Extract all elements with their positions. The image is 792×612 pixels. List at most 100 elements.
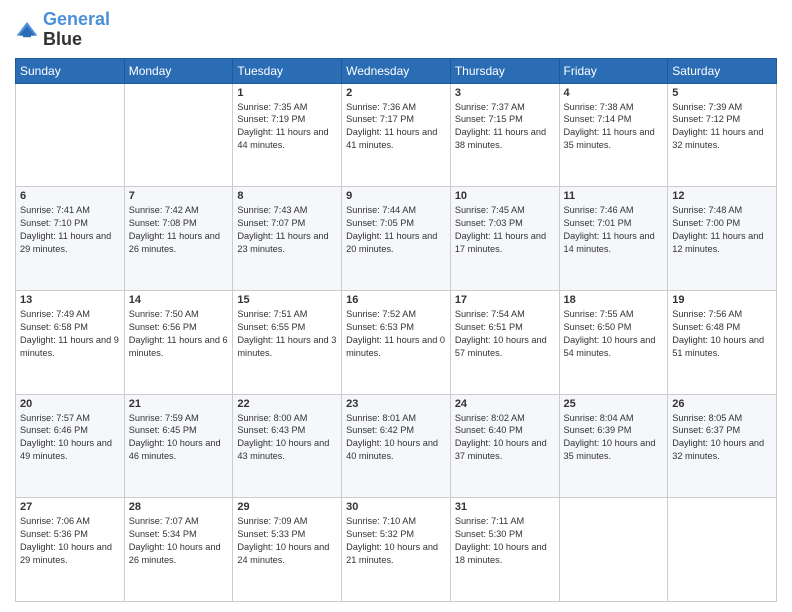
- weekday-header: Wednesday: [342, 58, 451, 83]
- calendar-cell: 21 Sunrise: 7:59 AM Sunset: 6:45 PM Dayli…: [124, 394, 233, 498]
- day-number: 19: [672, 294, 772, 306]
- calendar-cell: 10 Sunrise: 7:45 AM Sunset: 7:03 PM Dayli…: [450, 187, 559, 291]
- calendar-header-row: SundayMondayTuesdayWednesdayThursdayFrid…: [16, 58, 777, 83]
- day-number: 15: [237, 294, 337, 306]
- day-number: 30: [346, 501, 446, 513]
- calendar-cell: 13 Sunrise: 7:49 AM Sunset: 6:58 PM Dayli…: [16, 290, 125, 394]
- day-number: 25: [564, 398, 664, 410]
- calendar-cell: [668, 498, 777, 602]
- day-info: Sunrise: 7:11 AM Sunset: 5:30 PM Dayligh…: [455, 515, 555, 567]
- calendar-cell: 29Sunrise: 7:09 AM Sunset: 5:33 PM Dayli…: [233, 498, 342, 602]
- day-number: 11: [564, 190, 664, 202]
- day-number: 24: [455, 398, 555, 410]
- calendar-cell: 2 Sunrise: 7:36 AM Sunset: 7:17 PM Daylig…: [342, 83, 451, 187]
- day-number: 28: [129, 501, 229, 513]
- day-info: Sunrise: 7:52 AM Sunset: 6:53 PM Dayligh…: [346, 308, 446, 360]
- day-number: 7: [129, 190, 229, 202]
- day-number: 13: [20, 294, 120, 306]
- day-info: Sunrise: 7:46 AM Sunset: 7:01 PM Dayligh…: [564, 204, 664, 256]
- calendar-cell: 28Sunrise: 7:07 AM Sunset: 5:34 PM Dayli…: [124, 498, 233, 602]
- calendar-cell: 22Sunrise: 8:00 AM Sunset: 6:43 PM Dayli…: [233, 394, 342, 498]
- day-info: Sunrise: 7:37 AM Sunset: 7:15 PM Dayligh…: [455, 101, 555, 153]
- calendar-cell: 31 Sunrise: 7:11 AM Sunset: 5:30 PM Dayli…: [450, 498, 559, 602]
- weekday-header: Tuesday: [233, 58, 342, 83]
- day-info: Sunrise: 7:35 AM Sunset: 7:19 PM Dayligh…: [237, 101, 337, 153]
- day-info: Sunrise: 7:55 AM Sunset: 6:50 PM Dayligh…: [564, 308, 664, 360]
- day-info: Sunrise: 8:02 AM Sunset: 6:40 PM Dayligh…: [455, 412, 555, 464]
- day-info: Sunrise: 8:05 AM Sunset: 6:37 PM Dayligh…: [672, 412, 772, 464]
- calendar-cell: 4 Sunrise: 7:38 AM Sunset: 7:14 PM Daylig…: [559, 83, 668, 187]
- day-number: 2: [346, 87, 446, 99]
- weekday-header: Thursday: [450, 58, 559, 83]
- day-info: Sunrise: 7:42 AM Sunset: 7:08 PM Dayligh…: [129, 204, 229, 256]
- calendar-cell: 27 Sunrise: 7:06 AM Sunset: 5:36 PM Dayli…: [16, 498, 125, 602]
- weekday-header: Saturday: [668, 58, 777, 83]
- calendar-week-row: 13 Sunrise: 7:49 AM Sunset: 6:58 PM Dayli…: [16, 290, 777, 394]
- day-number: 16: [346, 294, 446, 306]
- calendar-cell: 9 Sunrise: 7:44 AM Sunset: 7:05 PM Daylig…: [342, 187, 451, 291]
- calendar-cell: 3 Sunrise: 7:37 AM Sunset: 7:15 PM Daylig…: [450, 83, 559, 187]
- day-number: 1: [237, 87, 337, 99]
- calendar-cell: 17Sunrise: 7:54 AM Sunset: 6:51 PM Dayli…: [450, 290, 559, 394]
- day-number: 17: [455, 294, 555, 306]
- calendar-cell: 15Sunrise: 7:51 AM Sunset: 6:55 PM Dayli…: [233, 290, 342, 394]
- day-number: 23: [346, 398, 446, 410]
- calendar-cell: 5 Sunrise: 7:39 AM Sunset: 7:12 PM Daylig…: [668, 83, 777, 187]
- calendar-cell: 12 Sunrise: 7:48 AM Sunset: 7:00 PM Dayli…: [668, 187, 777, 291]
- page: General Blue SundayMondayTuesdayWednesda…: [0, 0, 792, 612]
- calendar-cell: [559, 498, 668, 602]
- day-number: 9: [346, 190, 446, 202]
- day-info: Sunrise: 7:45 AM Sunset: 7:03 PM Dayligh…: [455, 204, 555, 256]
- calendar-cell: 24 Sunrise: 8:02 AM Sunset: 6:40 PM Dayli…: [450, 394, 559, 498]
- day-info: Sunrise: 7:39 AM Sunset: 7:12 PM Dayligh…: [672, 101, 772, 153]
- day-number: 27: [20, 501, 120, 513]
- day-number: 5: [672, 87, 772, 99]
- day-info: Sunrise: 7:44 AM Sunset: 7:05 PM Dayligh…: [346, 204, 446, 256]
- day-info: Sunrise: 7:50 AM Sunset: 6:56 PM Dayligh…: [129, 308, 229, 360]
- day-info: Sunrise: 8:00 AM Sunset: 6:43 PM Dayligh…: [237, 412, 337, 464]
- day-info: Sunrise: 8:04 AM Sunset: 6:39 PM Dayligh…: [564, 412, 664, 464]
- calendar-cell: [16, 83, 125, 187]
- logo-text: General Blue: [43, 10, 110, 50]
- day-info: Sunrise: 7:57 AM Sunset: 6:46 PM Dayligh…: [20, 412, 120, 464]
- logo-icon: [15, 18, 39, 42]
- calendar-cell: 20 Sunrise: 7:57 AM Sunset: 6:46 PM Dayli…: [16, 394, 125, 498]
- calendar-cell: 11 Sunrise: 7:46 AM Sunset: 7:01 PM Dayli…: [559, 187, 668, 291]
- header: General Blue: [15, 10, 777, 50]
- calendar-cell: 19 Sunrise: 7:56 AM Sunset: 6:48 PM Dayli…: [668, 290, 777, 394]
- calendar-cell: 23 Sunrise: 8:01 AM Sunset: 6:42 PM Dayli…: [342, 394, 451, 498]
- day-number: 6: [20, 190, 120, 202]
- day-info: Sunrise: 7:06 AM Sunset: 5:36 PM Dayligh…: [20, 515, 120, 567]
- day-number: 31: [455, 501, 555, 513]
- day-info: Sunrise: 7:36 AM Sunset: 7:17 PM Dayligh…: [346, 101, 446, 153]
- day-number: 4: [564, 87, 664, 99]
- day-number: 10: [455, 190, 555, 202]
- day-number: 18: [564, 294, 664, 306]
- calendar-cell: 6Sunrise: 7:41 AM Sunset: 7:10 PM Daylig…: [16, 187, 125, 291]
- calendar-cell: [124, 83, 233, 187]
- calendar-week-row: 20 Sunrise: 7:57 AM Sunset: 6:46 PM Dayli…: [16, 394, 777, 498]
- weekday-header: Friday: [559, 58, 668, 83]
- day-number: 3: [455, 87, 555, 99]
- day-number: 8: [237, 190, 337, 202]
- day-info: Sunrise: 8:01 AM Sunset: 6:42 PM Dayligh…: [346, 412, 446, 464]
- day-info: Sunrise: 7:49 AM Sunset: 6:58 PM Dayligh…: [20, 308, 120, 360]
- day-number: 26: [672, 398, 772, 410]
- calendar-cell: 7 Sunrise: 7:42 AM Sunset: 7:08 PM Daylig…: [124, 187, 233, 291]
- day-number: 21: [129, 398, 229, 410]
- day-info: Sunrise: 7:59 AM Sunset: 6:45 PM Dayligh…: [129, 412, 229, 464]
- day-info: Sunrise: 7:56 AM Sunset: 6:48 PM Dayligh…: [672, 308, 772, 360]
- calendar-cell: 25 Sunrise: 8:04 AM Sunset: 6:39 PM Dayli…: [559, 394, 668, 498]
- calendar-cell: 8Sunrise: 7:43 AM Sunset: 7:07 PM Daylig…: [233, 187, 342, 291]
- calendar-week-row: 27 Sunrise: 7:06 AM Sunset: 5:36 PM Dayli…: [16, 498, 777, 602]
- day-number: 14: [129, 294, 229, 306]
- day-number: 12: [672, 190, 772, 202]
- calendar-cell: 16 Sunrise: 7:52 AM Sunset: 6:53 PM Dayli…: [342, 290, 451, 394]
- calendar-week-row: 1 Sunrise: 7:35 AM Sunset: 7:19 PM Daylig…: [16, 83, 777, 187]
- day-info: Sunrise: 7:48 AM Sunset: 7:00 PM Dayligh…: [672, 204, 772, 256]
- day-info: Sunrise: 7:38 AM Sunset: 7:14 PM Dayligh…: [564, 101, 664, 153]
- day-number: 20: [20, 398, 120, 410]
- day-info: Sunrise: 7:10 AM Sunset: 5:32 PM Dayligh…: [346, 515, 446, 567]
- day-number: 29: [237, 501, 337, 513]
- calendar-cell: 1 Sunrise: 7:35 AM Sunset: 7:19 PM Daylig…: [233, 83, 342, 187]
